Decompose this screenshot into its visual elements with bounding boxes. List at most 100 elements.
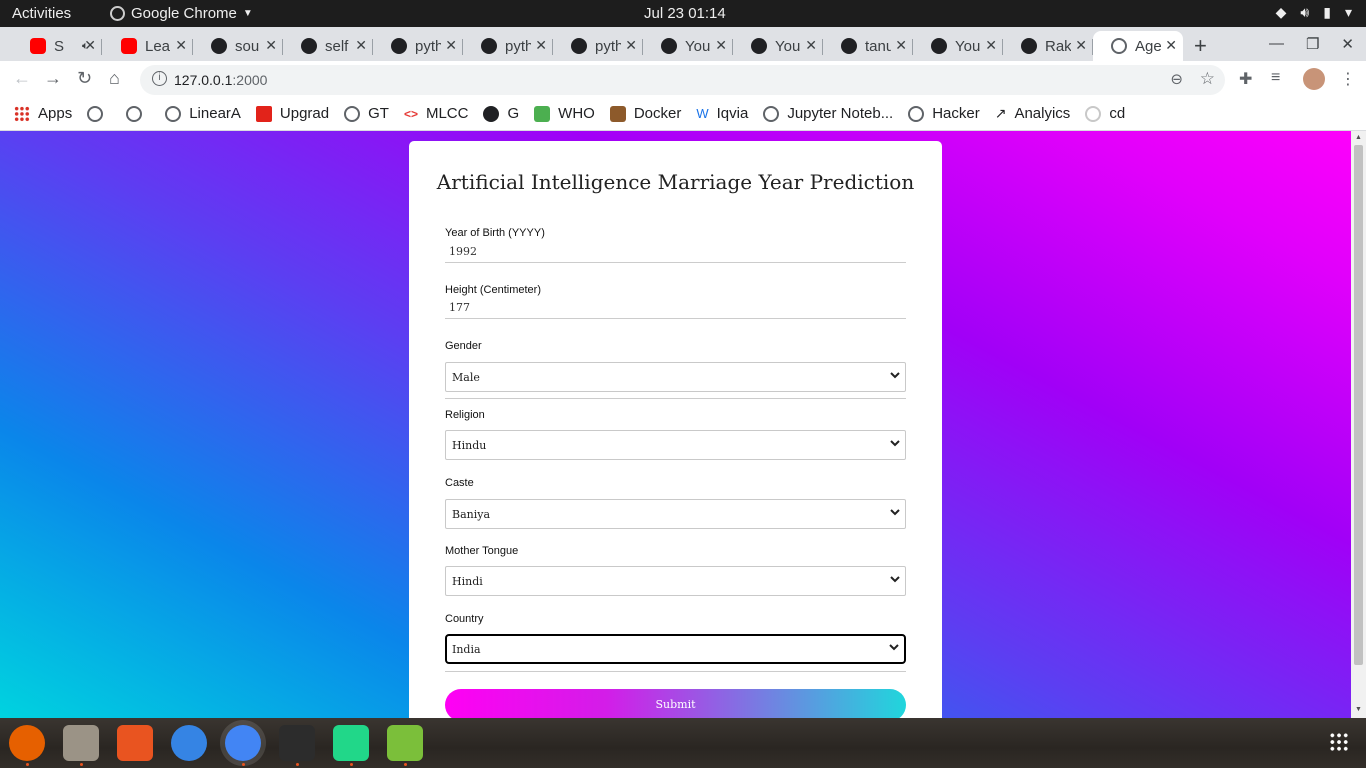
close-tab-icon[interactable]: ✕ — [715, 37, 727, 54]
scrollbar-thumb[interactable] — [1354, 145, 1363, 665]
browser-tab[interactable]: S 🔈︎ ✕ — [12, 31, 102, 61]
page-scrollbar[interactable]: ▲ ▼ — [1351, 131, 1366, 718]
profile-avatar[interactable] — [1303, 68, 1325, 90]
browser-tab[interactable]: pyth ✕ — [373, 31, 463, 61]
bookmark-item[interactable] — [87, 105, 111, 122]
reload-icon[interactable]: ↻ — [77, 68, 92, 89]
site-info-icon[interactable]: i — [152, 71, 167, 86]
browser-tab[interactable]: You ✕ — [643, 31, 733, 61]
bookmark-item[interactable]: cd — [1085, 105, 1125, 122]
close-tab-icon[interactable]: ✕ — [175, 37, 187, 54]
menu-kebab-icon[interactable]: ⋮ — [1340, 69, 1356, 89]
system-tray[interactable]: ◆ 🔊︎ ▮ ▾ — [1276, 4, 1352, 21]
bookmark-item[interactable]: WHO — [534, 105, 595, 122]
height-input[interactable] — [445, 297, 906, 319]
activities-button[interactable]: Activities — [12, 5, 71, 22]
minimize-icon[interactable]: — — [1269, 35, 1284, 53]
scroll-down-icon[interactable]: ▼ — [1355, 706, 1362, 713]
gender-select[interactable]: Male — [445, 362, 906, 392]
bookmark-item[interactable]: ↗ Analyics — [995, 105, 1071, 122]
close-tab-icon[interactable]: ✕ — [1165, 37, 1177, 54]
wifi-icon: ◆ — [1275, 4, 1287, 20]
bookmark-item[interactable]: Upgrad — [255, 105, 329, 122]
bookmark-item[interactable] — [126, 105, 150, 122]
zoom-icon[interactable]: ⊖ — [1170, 70, 1183, 88]
browser-tab[interactable]: Lear✕ — [103, 31, 193, 61]
restore-icon[interactable]: ❐ — [1306, 35, 1319, 53]
close-tab-icon[interactable]: ✕ — [445, 37, 457, 54]
back-icon[interactable]: ← — [13, 68, 31, 89]
bookmark-item[interactable]: W Iqvia — [696, 105, 748, 122]
country-label: Country — [445, 613, 484, 625]
bookmark-item[interactable]: Docker — [609, 105, 681, 122]
browser-tab[interactable]: pyth ✕ — [553, 31, 643, 61]
close-tab-icon[interactable]: ✕ — [84, 37, 96, 54]
close-tab-icon[interactable]: ✕ — [265, 37, 277, 54]
bookmark-item[interactable]: G — [483, 105, 519, 122]
chevron-down-icon — [890, 440, 900, 447]
github-icon — [571, 38, 587, 54]
country-select[interactable]: India — [445, 634, 906, 664]
clock[interactable]: Jul 23 01:14 — [644, 5, 726, 22]
firefox-icon[interactable] — [9, 725, 45, 761]
files-icon[interactable] — [63, 725, 99, 761]
github-icon — [751, 38, 767, 54]
forward-icon[interactable]: → — [44, 68, 62, 89]
github-icon — [841, 38, 857, 54]
software-center-icon[interactable] — [117, 725, 153, 761]
app-menu[interactable]: Google Chrome ▼ — [110, 5, 253, 22]
chevron-down-icon — [890, 576, 900, 583]
browser-tab[interactable]: self ✕ — [283, 31, 373, 61]
close-tab-icon[interactable]: ✕ — [805, 37, 817, 54]
browser-tab[interactable]: tanu ✕ — [823, 31, 913, 61]
caste-label: Caste — [445, 477, 474, 489]
chrome-app-icon — [110, 6, 125, 21]
close-tab-icon[interactable]: ✕ — [625, 37, 637, 54]
pycharm-icon[interactable] — [333, 725, 369, 761]
text-editor-icon[interactable] — [387, 725, 423, 761]
close-window-icon[interactable]: ✕ — [1341, 35, 1354, 53]
address-bar[interactable]: i 127.0.0.1:2000 ⊖ ☆ — [140, 65, 1225, 95]
year-of-birth-input[interactable] — [445, 241, 906, 263]
bookmark-item[interactable]: Apps — [14, 105, 72, 122]
bookmark-label: GT — [368, 105, 389, 122]
religion-select[interactable]: Hindu — [445, 430, 906, 460]
bookmark-item[interactable]: Jupyter Noteb... — [763, 105, 893, 122]
close-tab-icon[interactable]: ✕ — [535, 37, 547, 54]
bookmark-star-icon[interactable]: ☆ — [1200, 69, 1215, 89]
bookmark-item[interactable]: GT — [344, 105, 389, 122]
close-tab-icon[interactable]: ✕ — [1075, 37, 1087, 54]
browser-tab[interactable]: Age ✕ — [1093, 31, 1183, 61]
close-tab-icon[interactable]: ✕ — [895, 37, 907, 54]
browser-tab[interactable]: pyth ✕ — [463, 31, 553, 61]
apps-grid-icon — [14, 105, 30, 122]
tab-title: sou — [235, 37, 260, 55]
show-applications-icon[interactable] — [1329, 732, 1349, 752]
browser-tab[interactable]: You ✕ — [913, 31, 1003, 61]
bookmark-item[interactable]: Hacker — [908, 105, 980, 122]
scroll-up-icon[interactable]: ▲ — [1355, 134, 1362, 141]
globe-icon — [165, 105, 182, 122]
extensions-icon[interactable]: ✚ — [1239, 69, 1252, 89]
gender-label: Gender — [445, 340, 482, 352]
browser-tab[interactable]: You ✕ — [733, 31, 823, 61]
terminal-icon[interactable] — [279, 725, 315, 761]
submit-button[interactable]: Submit — [445, 689, 906, 718]
religion-selected-value: Hindu — [452, 439, 487, 452]
home-icon[interactable]: ⌂ — [109, 68, 120, 89]
browser-tab[interactable]: Rak ✕ — [1003, 31, 1093, 61]
chrome-icon[interactable] — [225, 725, 261, 761]
browser-toolbar: ← → ↻ ⌂ i 127.0.0.1:2000 ⊖ ☆ ✚ ≡ ⋮ — [0, 61, 1366, 97]
media-control-icon[interactable]: ≡ — [1271, 69, 1280, 87]
volume-icon: 🔊︎ — [1300, 4, 1310, 20]
help-icon[interactable] — [171, 725, 207, 761]
bookmark-item[interactable]: <> MLCC — [404, 105, 469, 122]
browser-tab[interactable]: sou ✕ — [193, 31, 283, 61]
youtube-icon — [30, 38, 46, 54]
mother-tongue-select[interactable]: Hindi — [445, 566, 906, 596]
caste-select[interactable]: Baniya — [445, 499, 906, 529]
bookmark-item[interactable]: LinearA — [165, 105, 241, 122]
new-tab-button[interactable]: + — [1194, 33, 1207, 59]
close-tab-icon[interactable]: ✕ — [355, 37, 367, 54]
close-tab-icon[interactable]: ✕ — [985, 37, 997, 54]
